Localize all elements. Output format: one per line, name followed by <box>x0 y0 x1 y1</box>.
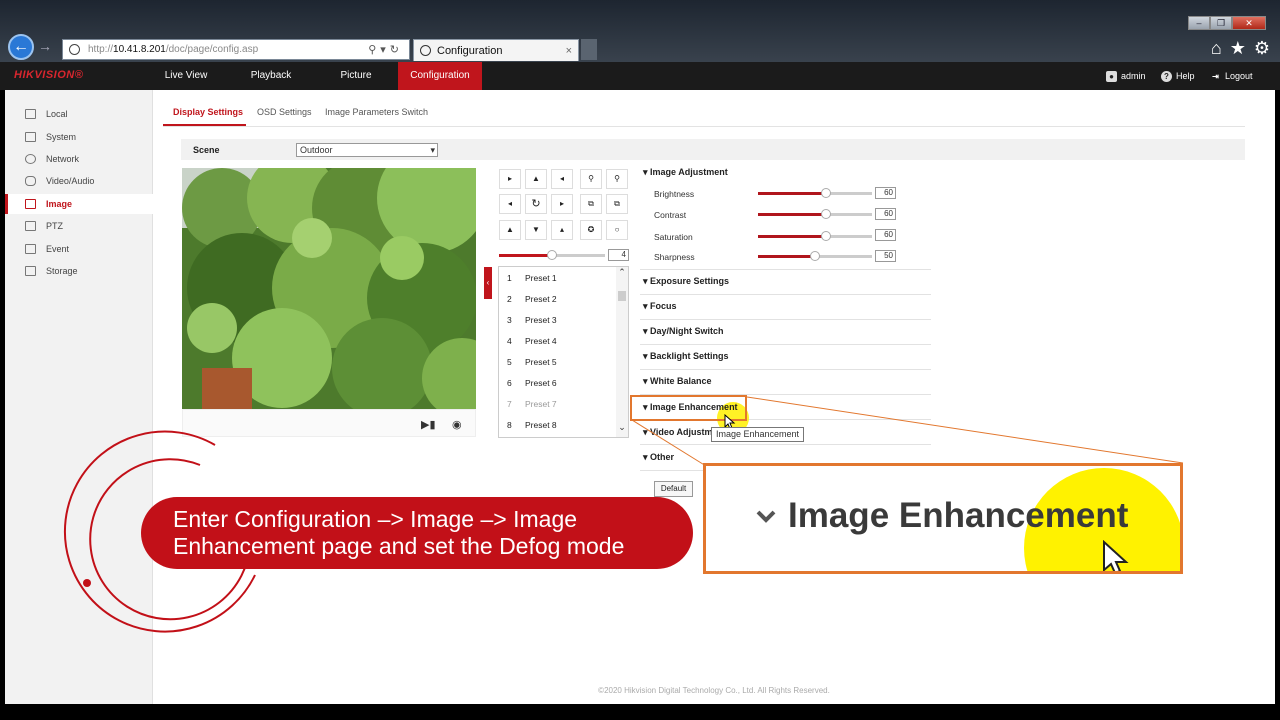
footer-copyright: ©2020 Hikvision Digital Technology Co., … <box>598 686 830 695</box>
instruction-banner: Enter Configuration –> Image –> Image En… <box>141 497 693 569</box>
mouse-pointer-icon <box>1103 540 1129 571</box>
banner-line-2: Enhancement page and set the Defog mode <box>173 533 625 559</box>
chevron-down-icon <box>756 510 776 523</box>
callout-label: Image Enhancement <box>788 496 1129 535</box>
zoom-callout: Image Enhancement <box>703 463 1183 574</box>
banner-line-1: Enter Configuration –> Image –> Image <box>173 506 578 532</box>
